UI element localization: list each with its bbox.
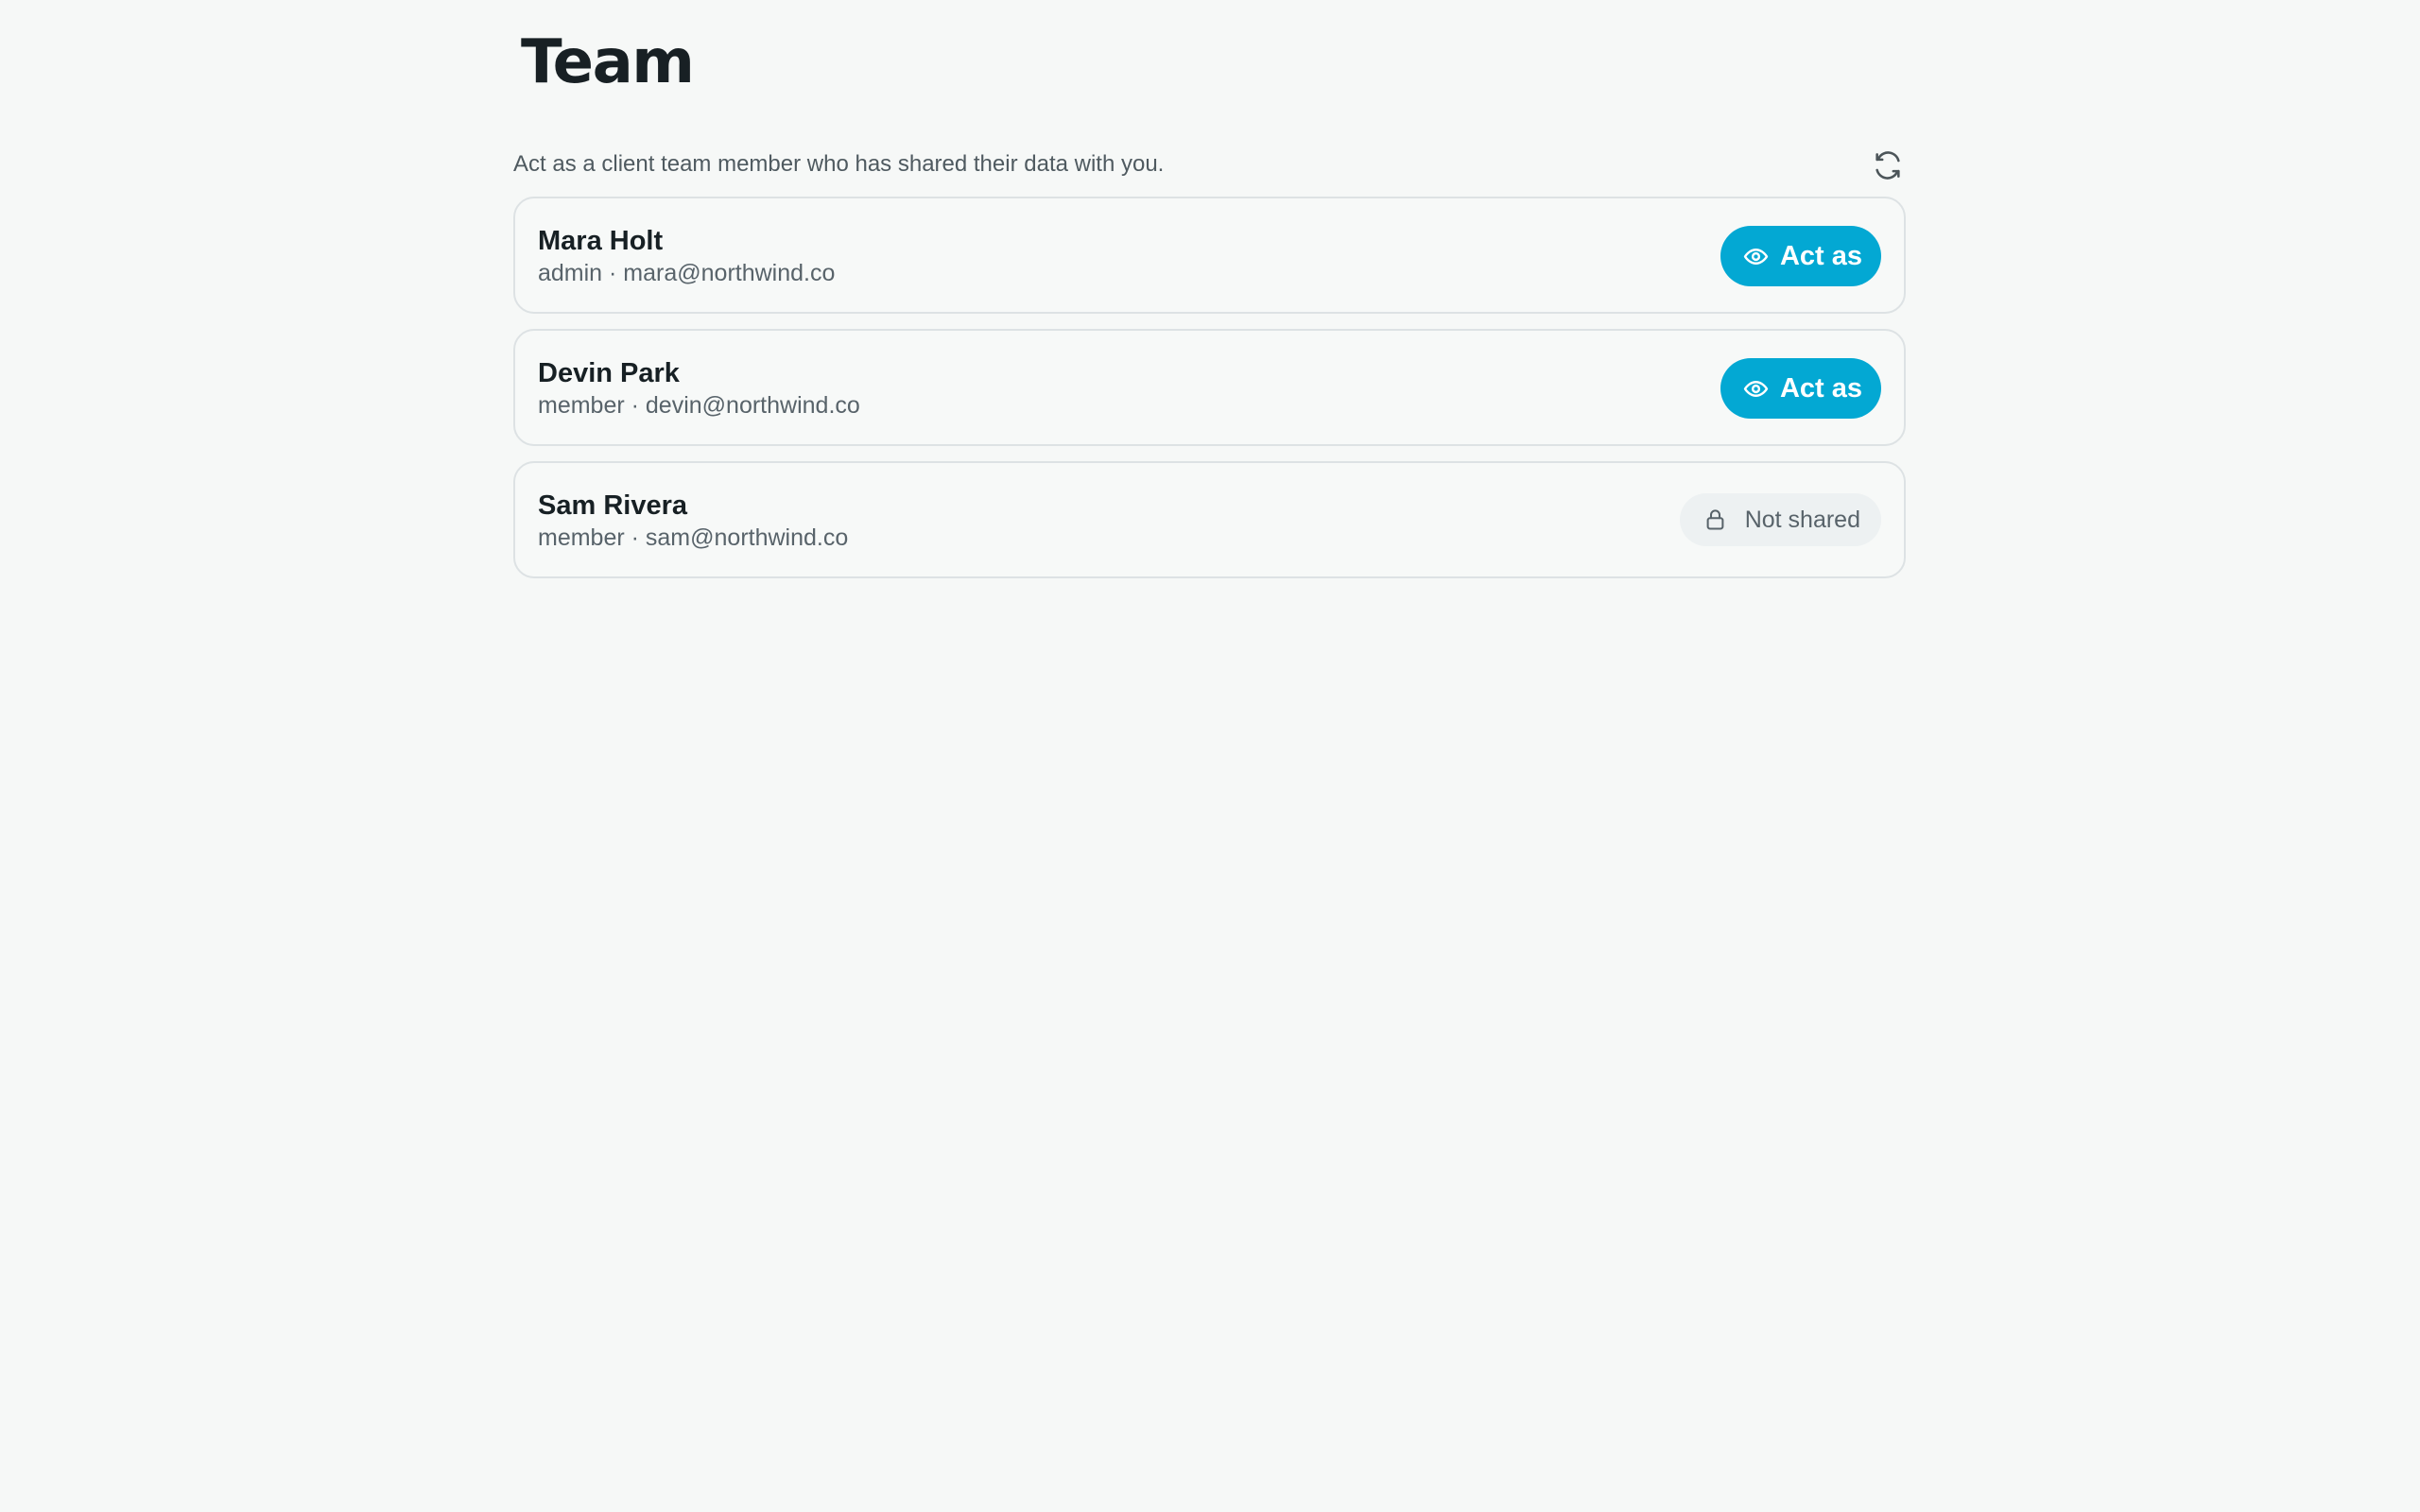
- team-member-card: Mara Holt admin · mara@northwind.co Act …: [513, 197, 1906, 314]
- member-name: Sam Rivera: [538, 490, 687, 521]
- act-as-button[interactable]: Act as: [1720, 358, 1881, 419]
- member-role-email: member · devin@northwind.co: [538, 392, 860, 419]
- lock-icon: [1706, 508, 1724, 530]
- member-name: Devin Park: [538, 358, 680, 388]
- team-toolbar: Act as a client team member who has shar…: [513, 142, 1906, 189]
- member-name: Mara Holt: [538, 226, 664, 256]
- team-member-card: Devin Park member · devin@northwind.co A…: [513, 329, 1906, 446]
- not-shared-status-badge: Not shared: [1680, 493, 1881, 546]
- page-subtitle: Act as a client team member who has shar…: [513, 151, 1165, 177]
- act-as-button-label: Act as: [1779, 373, 1862, 404]
- member-role-email: admin · mara@northwind.co: [538, 260, 836, 286]
- act-as-button[interactable]: Act as: [1720, 226, 1881, 286]
- member-role-email: member · sam@northwind.co: [538, 524, 849, 551]
- refresh-icon: [1876, 151, 1900, 180]
- page-title: Team: [521, 27, 695, 97]
- team-member-card: Sam Rivera member · sam@northwind.co Not…: [513, 461, 1906, 578]
- not-shared-label: Not shared: [1744, 507, 1860, 533]
- act-as-button-label: Act as: [1779, 241, 1862, 271]
- eye-icon: [1743, 248, 1769, 265]
- eye-icon: [1743, 380, 1769, 397]
- refresh-button[interactable]: [1870, 147, 1906, 183]
- team-member-list: Mara Holt admin · mara@northwind.co Act …: [513, 197, 1906, 593]
